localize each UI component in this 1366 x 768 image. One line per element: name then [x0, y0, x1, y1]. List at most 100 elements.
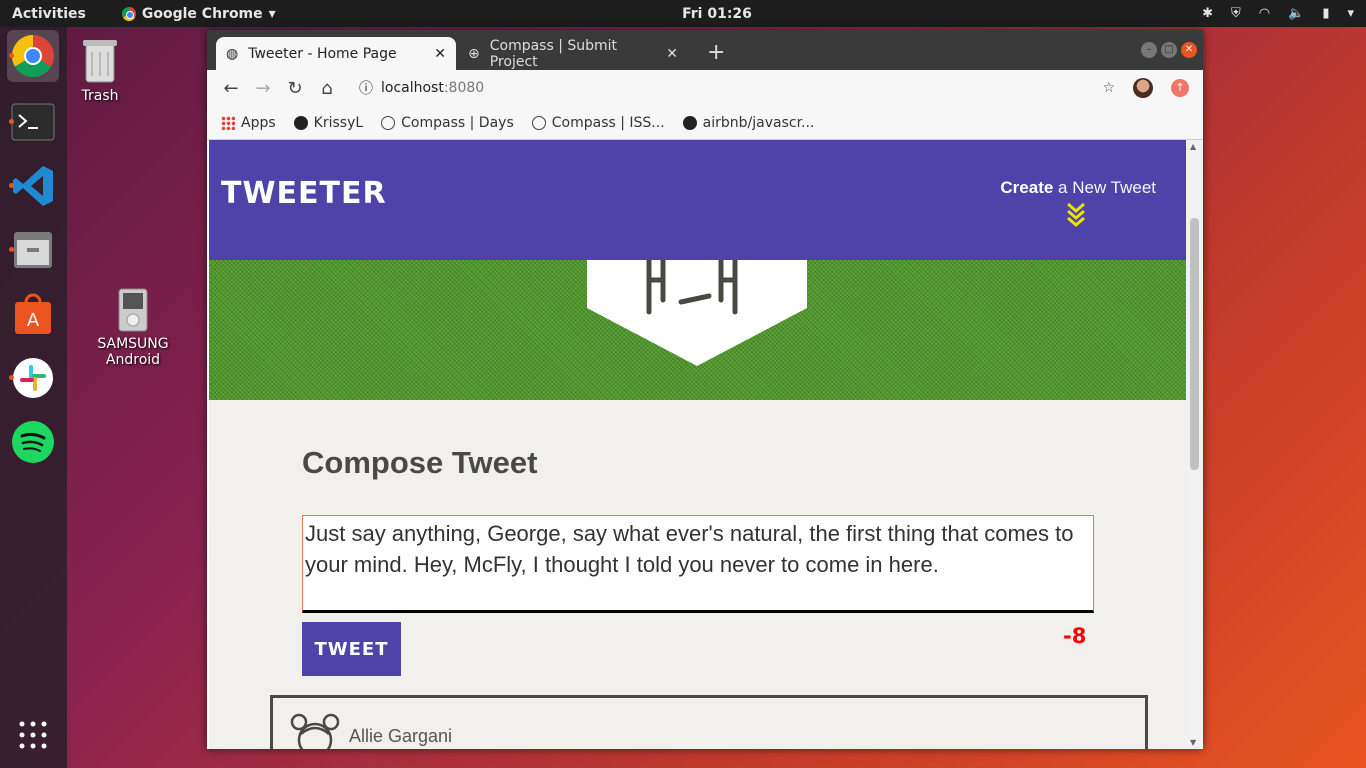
- compass-icon: ⊕: [468, 45, 480, 62]
- github-icon: [682, 115, 697, 130]
- tab-label: Compass | Submit Project: [489, 37, 618, 70]
- tab-strip: ◍ Tweeter - Home Page ✕ ⊕ Compass | Subm…: [207, 30, 1203, 70]
- ubuntu-top-bar: Activities Google Chrome ▾ Fri 01:26 ✱ ⛨…: [0, 0, 1366, 27]
- bookmark-label: airbnb/javascr...: [702, 114, 815, 131]
- dock-software[interactable]: A: [7, 288, 59, 340]
- close-icon[interactable]: ✕: [666, 46, 678, 62]
- toolbar: ← → ↻ ⌂ ⓘ localhost:8080 ☆ ↑: [207, 70, 1203, 106]
- tab-tweeter[interactable]: ◍ Tweeter - Home Page ✕: [216, 37, 456, 70]
- toolbar-right: ☆ ↑: [1102, 78, 1189, 98]
- bookmark-compass-days[interactable]: Compass | Days: [381, 115, 514, 131]
- activities-button[interactable]: Activities: [0, 6, 98, 22]
- compass-icon: [381, 115, 396, 130]
- compose-link-bold: Create: [1000, 178, 1054, 197]
- chrome-icon: [11, 34, 54, 78]
- desktop-trash[interactable]: Trash: [75, 36, 125, 104]
- bookmark-apps[interactable]: Apps: [221, 115, 276, 131]
- tab-label: Tweeter - Home Page: [248, 45, 397, 62]
- system-tray[interactable]: ✱ ⛨ ◠ 🔈 ▮ ▾: [1202, 0, 1354, 27]
- desktop-device-label-1: SAMSUNG: [97, 336, 169, 352]
- dock-files[interactable]: [7, 224, 59, 276]
- profile-shield-avatar: [587, 260, 807, 366]
- github-icon: [293, 115, 308, 130]
- volume-icon[interactable]: 🔈: [1288, 6, 1304, 21]
- dock-chrome[interactable]: [7, 30, 59, 82]
- url-port: :8080: [443, 80, 485, 96]
- address-bar[interactable]: ⓘ localhost:8080: [359, 78, 484, 98]
- files-icon: [14, 232, 52, 268]
- dock-slack[interactable]: [7, 352, 59, 404]
- app-menu-label: Google Chrome: [141, 5, 263, 22]
- chevron-down-icon[interactable]: ▾: [1347, 6, 1354, 21]
- scroll-down-icon[interactable]: ▼: [1190, 738, 1196, 747]
- desktop-device-label-2: Android: [105, 352, 161, 368]
- running-indicator: [9, 53, 14, 58]
- url-host: localhost: [381, 80, 444, 96]
- profile-banner: [209, 260, 1186, 400]
- running-indicator: [9, 183, 14, 188]
- forward-arrow-icon[interactable]: →: [247, 78, 279, 99]
- tweet-card: Allie Gargani: [270, 695, 1148, 749]
- shield-icon[interactable]: ⛨: [1231, 6, 1241, 21]
- dock-spotify[interactable]: [7, 416, 59, 468]
- profile-avatar[interactable]: [1133, 78, 1153, 98]
- compose-title: Compose Tweet: [302, 445, 538, 480]
- reload-icon[interactable]: ↻: [279, 78, 311, 99]
- home-icon[interactable]: ⌂: [311, 78, 343, 99]
- compass-icon: [531, 115, 546, 130]
- vscode-icon: [13, 166, 53, 206]
- show-applications-button[interactable]: [7, 709, 59, 761]
- slack-icon: [13, 358, 53, 398]
- double-chevron-down-icon[interactable]: [1066, 202, 1086, 228]
- dock: A: [0, 27, 67, 768]
- page-scrollbar[interactable]: ▲ ▼: [1186, 140, 1203, 749]
- scrollbar-thumb[interactable]: [1190, 218, 1199, 470]
- tab-compass[interactable]: ⊕ Compass | Submit Project ✕: [458, 37, 688, 70]
- chrome-window: ◍ Tweeter - Home Page ✕ ⊕ Compass | Subm…: [207, 30, 1203, 749]
- bookmark-label: Compass | Days: [401, 114, 514, 131]
- close-icon[interactable]: ✕: [434, 46, 446, 62]
- minimize-button[interactable]: –: [1141, 42, 1157, 58]
- wifi-icon[interactable]: ◠: [1259, 6, 1270, 21]
- battery-icon[interactable]: ▮: [1322, 6, 1329, 21]
- tweet-textarea[interactable]: Just say anything, George, say what ever…: [302, 515, 1094, 613]
- bookmark-airbnb[interactable]: airbnb/javascr...: [682, 114, 815, 131]
- compose-toggle[interactable]: Create a New Tweet: [1000, 178, 1156, 198]
- globe-icon: ◍: [226, 45, 239, 62]
- dock-vscode[interactable]: [7, 160, 59, 212]
- running-indicator: [9, 119, 14, 124]
- bookmark-krissyl[interactable]: KrissyL: [293, 114, 364, 131]
- bookmark-compass-iss[interactable]: Compass | ISS...: [531, 114, 665, 131]
- user-avatar: [290, 713, 340, 749]
- bookmark-label: KrissyL: [313, 114, 364, 131]
- bookmark-label: Apps: [241, 114, 276, 131]
- scroll-up-icon[interactable]: ▲: [1190, 142, 1196, 151]
- spotify-icon: [12, 421, 54, 463]
- dock-terminal[interactable]: [7, 96, 59, 148]
- close-window-button[interactable]: ✕: [1181, 42, 1197, 58]
- chevron-down-icon: ▾: [268, 5, 276, 22]
- app-menu[interactable]: Google Chrome ▾: [98, 6, 276, 22]
- chrome-update-icon[interactable]: ↑: [1171, 79, 1189, 97]
- new-tab-button[interactable]: +: [707, 40, 725, 65]
- window-controls: – □ ✕: [1141, 42, 1197, 58]
- character-counter: -8: [1063, 624, 1087, 648]
- bookmark-star-icon[interactable]: ☆: [1102, 80, 1115, 96]
- info-icon[interactable]: ⓘ: [359, 78, 373, 98]
- tweet-submit-button[interactable]: TWEET: [302, 622, 401, 676]
- desktop-samsung-device[interactable]: SAMSUNG Android: [93, 288, 173, 368]
- trash-icon: [83, 40, 117, 83]
- bookmark-label: Compass | ISS...: [551, 114, 665, 131]
- maximize-button[interactable]: □: [1161, 42, 1177, 58]
- compose-link-rest: a New Tweet: [1053, 178, 1156, 197]
- bookmarks-bar: Apps KrissyL Compass | Days Compass | IS…: [207, 106, 1203, 140]
- running-indicator: [9, 375, 14, 380]
- chrome-icon: [121, 6, 136, 21]
- apps-grid-icon: [221, 115, 235, 130]
- slack-tray-icon[interactable]: ✱: [1202, 6, 1213, 21]
- media-player-icon: [118, 288, 148, 332]
- site-logo[interactable]: TWEETER: [221, 176, 387, 211]
- svg-text:A: A: [27, 310, 40, 331]
- back-arrow-icon[interactable]: ←: [215, 78, 247, 99]
- page-viewport: TWEETER Create a New Tweet Compose Tweet: [209, 140, 1186, 749]
